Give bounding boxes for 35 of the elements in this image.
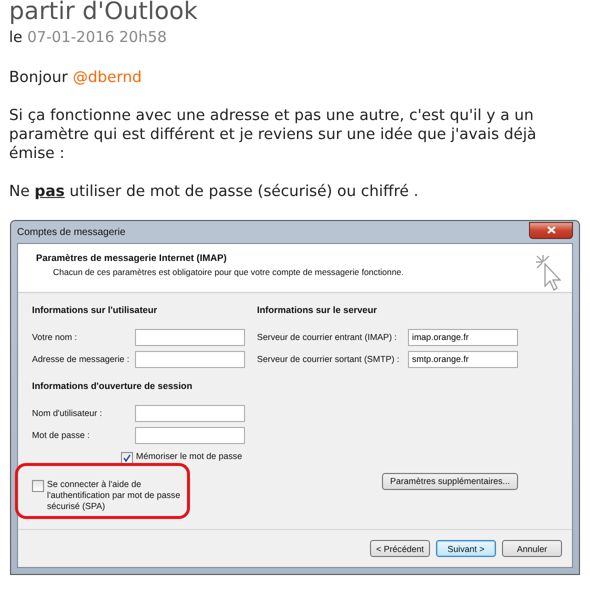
text-field[interactable] (135, 404, 245, 422)
checkmark-icon (123, 454, 131, 462)
field-label: Nom d'utilisateur : (32, 408, 104, 418)
section-heading: Informations sur l'utilisateur (32, 305, 158, 317)
checkbox-label: Se connecter à l'aide de l'authentification par mot de passe sécurisé (SPA) (47, 479, 182, 512)
remember-checkbox[interactable] (121, 452, 133, 464)
text-field[interactable]: smtp.orange.fr (408, 350, 518, 368)
checkbox-label: Mémoriser le mot de passe (136, 451, 244, 462)
field-label: Mot de passe : (32, 430, 91, 440)
post-paragraph: Ne pas utiliser de mot de passe (sécurisé) ou chiffré . (9, 182, 420, 201)
spa-checkbox[interactable] (32, 480, 44, 492)
text-field[interactable] (135, 350, 245, 368)
section-heading: Informations sur le serveur (257, 305, 378, 317)
section-heading: Informations d'ouverture de session (32, 381, 194, 393)
field-label: Serveur de courrier sortant (SMTP) : (257, 354, 400, 364)
more-settings-button[interactable]: Paramètres supplémentaires... (382, 472, 518, 490)
field-label: Adresse de messagerie : (32, 354, 130, 364)
header-title: Paramètres de messagerie Internet (IMAP) (36, 253, 228, 264)
field-label: Votre nom : (32, 332, 78, 342)
dialog-button[interactable]: Suivant > (436, 540, 496, 557)
post-title: partir d'Outlook (9, 0, 199, 25)
greeting-text: Bonjour (9, 68, 68, 87)
text-field[interactable] (135, 328, 245, 346)
dialog-button[interactable]: < Précédent (370, 540, 430, 557)
date-prefix: le (9, 28, 22, 46)
close-button[interactable] (529, 222, 573, 238)
post-paragraph: Si ça fonctionne avec une adresse et pas une autre, c'est qu'il y a un paramètre qui est différent et je reviens sur une idée que j'avais déjà émise : (9, 106, 538, 163)
dialog-button[interactable]: Annuler (502, 540, 562, 557)
post-date: 07-01-2016 20h58 (27, 28, 167, 46)
text-field[interactable] (135, 426, 245, 444)
window-title: Comptes de messagerie (17, 226, 126, 238)
header-subtitle: Chacun de ces paramètres est obligatoire pour que votre compte de messagerie fonctionne. (53, 267, 404, 277)
text-field[interactable]: imap.orange.fr (408, 328, 518, 346)
field-label: Serveur de courrier entrant (IMAP) : (257, 332, 398, 342)
close-icon (546, 226, 556, 234)
